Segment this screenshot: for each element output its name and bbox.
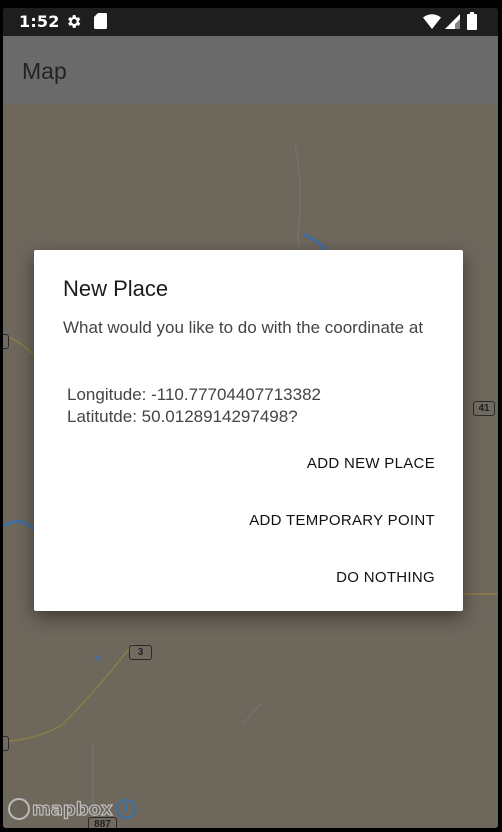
sd-card-icon [94,13,107,29]
app-toolbar: Map [3,36,498,104]
river-line [3,520,38,533]
highway-shield: 41 [473,401,495,416]
wifi-icon [423,14,441,29]
dialog-message: What would you like to do with the coord… [63,318,424,337]
dialog-title: New Place [63,276,169,301]
add-temporary-point-button[interactable]: ADD TEMPORARY POINT [249,512,435,529]
do-nothing-button[interactable]: DO NOTHING [336,569,435,586]
add-new-place-button[interactable]: ADD NEW PLACE [307,455,435,472]
cell-signal-icon [445,14,460,29]
highway-shield [3,736,9,751]
gear-icon [68,15,81,28]
page-title: Map [22,58,67,84]
new-place-dialog: New Place What would you like to do with… [34,250,463,611]
info-icon[interactable]: i [116,799,136,819]
status-bar: 1:52 [3,8,498,36]
mapbox-mark-icon [8,798,30,820]
creek-line [94,655,102,661]
status-time: 1:52 [19,12,60,31]
longitude-text: Longitude: -110.77704407713382 [67,385,321,404]
trail-line [242,703,262,725]
mapbox-logo[interactable]: mapbox [8,798,113,820]
device-screen: 1:52 Map 41 3 887 mapbox i New Place Wha… [3,8,498,828]
creek-line [294,143,306,265]
mapbox-wordmark: mapbox [31,798,113,820]
latitude-text: Latitutde: 50.0128914297498? [67,407,298,426]
highway-shield [3,334,9,349]
highway-shield: 3 [129,645,152,660]
road-line [3,643,134,743]
battery-icon [467,12,477,30]
